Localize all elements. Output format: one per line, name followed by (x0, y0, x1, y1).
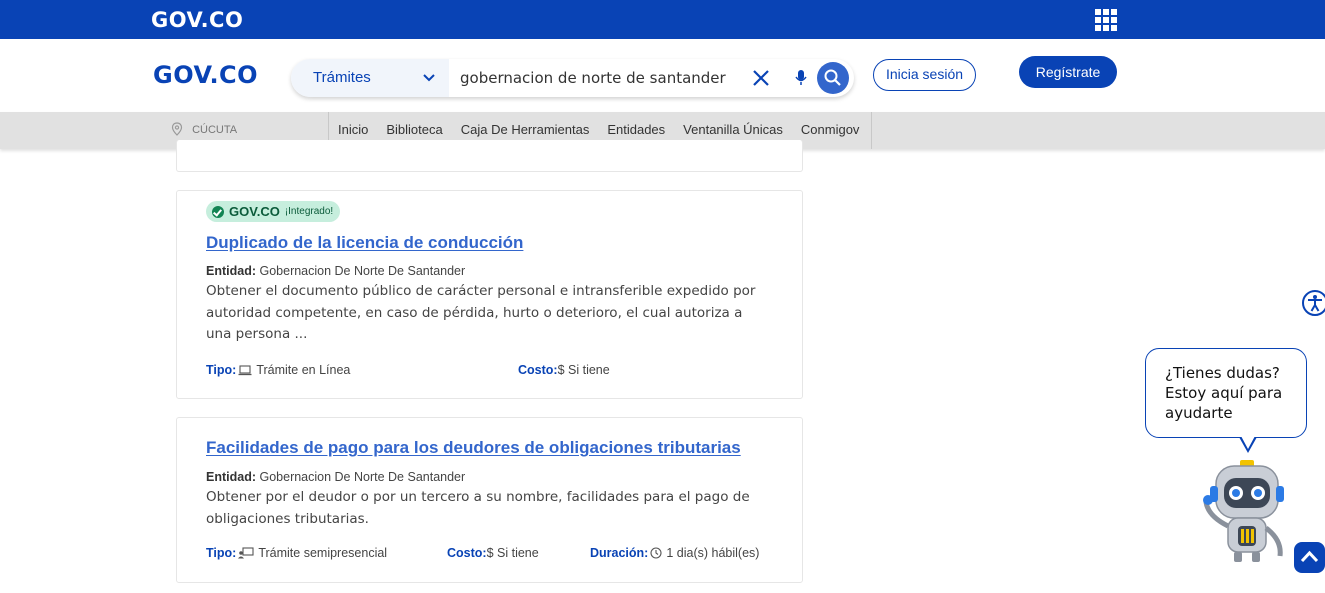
clock-icon (650, 547, 662, 559)
nav-item-entidades[interactable]: Entidades (607, 122, 665, 137)
costo-value: $ Si tiene (557, 363, 610, 377)
chat-line: Estoy aquí para (1165, 384, 1283, 402)
nav-item-caja-de-herramientas[interactable]: Caja De Herramientas (461, 122, 590, 137)
scroll-to-top-button[interactable] (1294, 542, 1325, 573)
laptop-icon (238, 365, 252, 376)
result-description: Obtener por el deudor o por un tercero a… (206, 489, 750, 527)
apps-grid-icon[interactable] (1095, 9, 1117, 31)
result-card-previous (176, 140, 803, 172)
header-logo[interactable]: GOV.CO (153, 61, 258, 89)
search-bar: Trámites gobernacion de norte de santand… (291, 59, 854, 97)
chatbot-robot-icon[interactable] (1202, 456, 1292, 566)
chat-line: ayudarte (1165, 404, 1233, 422)
entidad-value: Gobernacion De Norte De Santander (259, 264, 466, 278)
register-button[interactable]: Regístrate (1019, 56, 1117, 88)
semipresencial-icon (238, 547, 254, 559)
badge-tag: ¡Integrado! (284, 206, 334, 217)
tipo-label: Tipo: (206, 546, 237, 560)
microphone-icon[interactable] (795, 70, 807, 85)
nav-item-ventanilla-unicas[interactable]: Ventanilla Únicas (683, 122, 783, 137)
result-description: Obtener el documento público de carácter… (206, 283, 756, 342)
chat-bubble-tail-inner (1241, 436, 1255, 449)
chat-bubble[interactable]: ¿Tienes dudas? Estoy aquí para ayudarte (1145, 348, 1307, 438)
top-bar: GOV.CO (0, 0, 1325, 39)
chevron-up-icon (1300, 550, 1319, 563)
costo-label: Costo: (447, 546, 487, 560)
chat-line: ¿Tienes dudas? (1165, 364, 1280, 382)
chevron-down-icon (423, 71, 435, 85)
result-duracion: Duración: 1 dia(s) hábil(es) (590, 546, 759, 560)
search-button[interactable] (817, 62, 849, 94)
nav-item-inicio[interactable]: Inicio (338, 122, 368, 137)
result-entidad: Entidad: Gobernacion De Norte De Santand… (206, 470, 465, 484)
entidad-value: Gobernacion De Norte De Santander (259, 470, 466, 484)
check-circle-icon (212, 205, 224, 218)
search-input[interactable]: gobernacion de norte de santander (460, 69, 726, 87)
result-title-link[interactable]: Facilidades de pago para los deudores de… (206, 438, 741, 458)
duracion-value: 1 dia(s) hábil(es) (666, 546, 760, 560)
result-title-link[interactable]: Duplicado de la licencia de conducción (206, 233, 523, 253)
result-card: GOV.CO ¡Integrado! Duplicado de la licen… (176, 190, 803, 399)
nav-divider (871, 112, 872, 149)
location-label: CÚCUTA (192, 124, 238, 136)
result-costo: Costo:$ Si tiene (518, 363, 610, 377)
result-entidad: Entidad: Gobernacion De Norte De Santand… (206, 264, 465, 278)
accessibility-button[interactable] (1302, 290, 1325, 316)
tipo-label: Tipo: (206, 363, 237, 377)
nav-item-biblioteca[interactable]: Biblioteca (386, 122, 442, 137)
tipo-value: Trámite en Línea (256, 363, 351, 377)
nav-menu: Inicio Biblioteca Caja De Herramientas E… (338, 122, 859, 137)
result-card: Facilidades de pago para los deudores de… (176, 417, 803, 583)
clear-icon[interactable] (752, 65, 770, 93)
entidad-label: Entidad: (206, 470, 256, 484)
entidad-label: Entidad: (206, 264, 256, 278)
govco-logo[interactable]: GOV.CO (151, 8, 243, 32)
costo-value: $ Si tiene (486, 546, 539, 560)
login-button[interactable]: Inicia sesión (873, 59, 976, 91)
search-category-select[interactable]: Trámites (291, 59, 449, 97)
nav-item-conmigov[interactable]: Conmigov (801, 122, 860, 137)
accessibility-icon (1308, 295, 1322, 312)
header: GOV.CO Trámites gobernacion de norte de … (0, 39, 1325, 112)
duracion-label: Duración: (590, 546, 649, 560)
badge-brand: GOV.CO (229, 204, 280, 219)
location-pin-icon (171, 122, 183, 136)
location-selector[interactable]: CÚCUTA (171, 122, 237, 136)
search-icon (824, 69, 841, 86)
result-tipo: Tipo: Trámite semipresencial (206, 546, 387, 560)
search-category-label: Trámites (313, 69, 371, 86)
result-tipo: Tipo: Trámite en Línea (206, 363, 350, 377)
costo-label: Costo: (518, 363, 558, 377)
tipo-value: Trámite semipresencial (258, 546, 388, 560)
integrated-badge: GOV.CO ¡Integrado! (206, 201, 341, 222)
result-costo: Costo:$ Si tiene (447, 546, 539, 560)
